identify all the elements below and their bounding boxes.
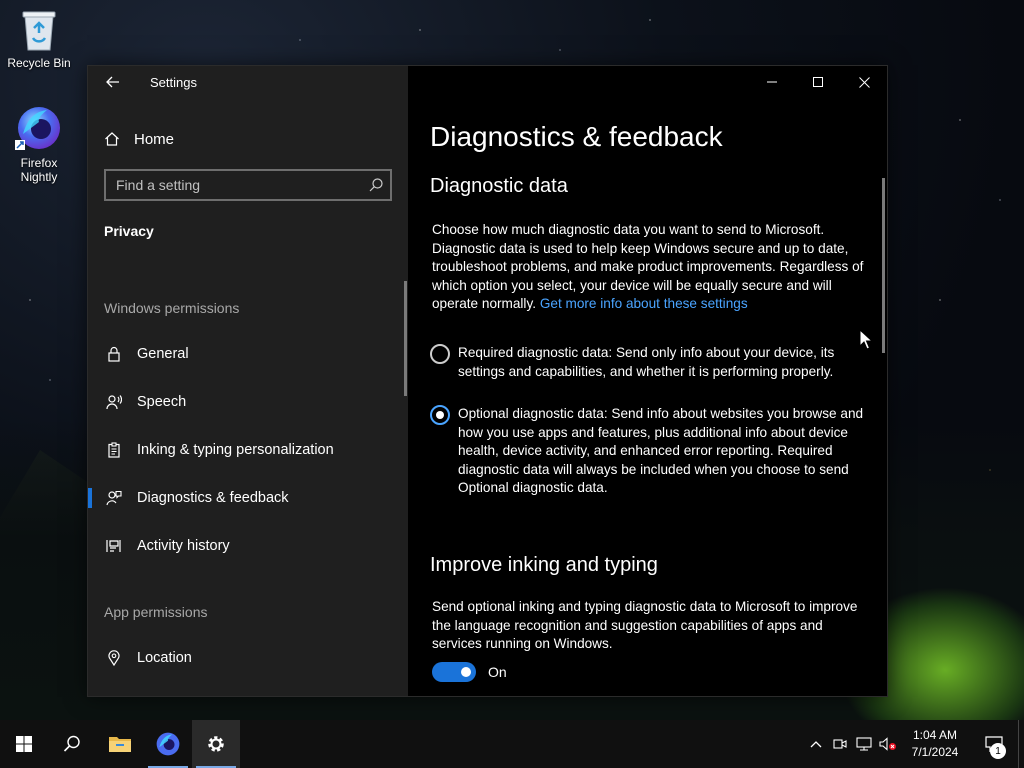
close-button[interactable]: [841, 66, 887, 98]
start-button[interactable]: [0, 720, 48, 768]
minimize-button[interactable]: [749, 66, 795, 98]
radio-label-optional: Optional diagnostic data: Send info abou…: [458, 406, 864, 496]
file-explorer-icon: [109, 737, 131, 752]
clipboard-icon: [105, 441, 123, 459]
action-center-button[interactable]: 1: [970, 720, 1018, 768]
desktop-icon-label: Firefox Nightly: [20, 156, 58, 184]
desktop-icon-firefox-nightly[interactable]: Firefox Nightly: [1, 104, 77, 184]
more-info-link[interactable]: Get more info about these settings: [540, 296, 748, 311]
diagnostic-data-heading: Diagnostic data: [430, 175, 568, 197]
radio-optional-diagnostic[interactable]: Optional diagnostic data: Send info abou…: [430, 405, 870, 498]
chevron-up-icon: [810, 741, 822, 748]
title-bar[interactable]: Settings: [88, 66, 408, 98]
search-icon: [63, 735, 80, 752]
lock-icon: [105, 345, 123, 363]
recycle-bin-icon: [22, 11, 56, 51]
notification-count-badge: 1: [990, 743, 1006, 759]
page-title: Diagnostics & feedback: [430, 121, 723, 152]
home-icon: [105, 132, 119, 146]
category-title: Privacy: [104, 223, 154, 239]
speech-icon: [105, 393, 123, 411]
radio-label-required: Required diagnostic data: Send only info…: [458, 345, 835, 379]
settings-gear-icon: [208, 736, 224, 752]
settings-window: Settings Home Privacy Windows permission…: [87, 65, 888, 697]
inking-typing-heading: Improve inking and typing: [430, 554, 658, 576]
taskbar-search-button[interactable]: [48, 720, 96, 768]
sidebar-item-location[interactable]: Location: [88, 638, 404, 678]
sidebar-item-inking-typing[interactable]: Inking & typing personalization: [88, 430, 404, 470]
network-button[interactable]: [852, 720, 876, 768]
show-desktop-button[interactable]: [1018, 720, 1024, 768]
back-button[interactable]: [98, 70, 128, 94]
windows-permissions-header: Windows permissions: [104, 300, 240, 316]
wallpaper-hill: [0, 450, 100, 720]
inking-toggle-switch[interactable]: [432, 662, 476, 682]
network-icon: [856, 737, 872, 751]
nav-home-label: Home: [134, 130, 175, 148]
sidebar-item-label: Speech: [137, 394, 187, 410]
timeline-icon: [105, 537, 123, 555]
mouse-cursor-icon: [859, 329, 873, 350]
radio-button-optional[interactable]: [430, 405, 450, 425]
taskbar: 1:04 AM 7/1/2024 1: [0, 720, 1024, 768]
inking-toggle-row: On: [432, 662, 507, 682]
desktop-icon-recycle-bin[interactable]: Recycle Bin: [1, 8, 77, 70]
diagnostic-description: Choose how much diagnostic data you want…: [432, 221, 864, 314]
taskbar-file-explorer[interactable]: [96, 720, 144, 768]
meet-now-button[interactable]: [828, 720, 852, 768]
firefox-nightly-icon: [15, 107, 60, 150]
window-controls: [749, 66, 887, 98]
firefox-nightly-icon: [156, 732, 180, 756]
search-icon[interactable]: [368, 177, 384, 193]
search-input[interactable]: [106, 171, 390, 199]
sidebar-item-label: Inking & typing personalization: [137, 442, 334, 458]
sidebar-item-activity-history[interactable]: Activity history: [88, 526, 404, 566]
sidebar-item-label: Diagnostics & feedback: [137, 490, 289, 506]
radio-required-diagnostic[interactable]: Required diagnostic data: Send only info…: [430, 344, 870, 381]
system-tray: 1:04 AM 7/1/2024 1: [804, 720, 1024, 768]
sidebar: Settings Home Privacy Windows permission…: [88, 66, 408, 696]
location-icon: [105, 649, 123, 667]
inking-toggle-label: On: [488, 664, 507, 680]
sidebar-item-label: Activity history: [137, 538, 230, 554]
content-pane: Diagnostics & feedback Diagnostic data C…: [408, 66, 887, 696]
nav-home[interactable]: Home: [104, 126, 174, 152]
app-title: Settings: [150, 75, 197, 90]
minimize-icon: [767, 81, 777, 83]
sidebar-item-speech[interactable]: Speech: [88, 382, 404, 422]
sidebar-scrollbar[interactable]: [404, 281, 407, 396]
inking-description: Send optional inking and typing diagnost…: [432, 599, 858, 652]
close-icon: [858, 76, 870, 88]
clock-time: 1:04 AM: [912, 728, 958, 742]
meet-now-icon: [833, 739, 847, 749]
clock-date: 7/1/2024: [911, 745, 959, 759]
maximize-button[interactable]: [795, 66, 841, 98]
sidebar-item-general[interactable]: General: [88, 334, 404, 374]
volume-muted-icon: [879, 737, 896, 751]
volume-button[interactable]: [876, 720, 900, 768]
taskbar-firefox-nightly[interactable]: [144, 720, 192, 768]
taskbar-clock[interactable]: 1:04 AM 7/1/2024: [900, 727, 970, 761]
sidebar-item-label: General: [137, 346, 189, 362]
desktop-icon-label: Recycle Bin: [7, 56, 71, 70]
taskbar-settings[interactable]: [192, 720, 240, 768]
search-box[interactable]: [104, 169, 392, 201]
back-arrow-icon: [106, 76, 119, 88]
maximize-icon: [813, 77, 823, 87]
feedback-icon: [105, 489, 123, 507]
app-permissions-header: App permissions: [104, 604, 208, 620]
windows-start-icon: [16, 736, 32, 752]
content-scrollbar[interactable]: [882, 178, 885, 353]
show-hidden-icons-button[interactable]: [804, 720, 828, 768]
sidebar-item-diagnostics-feedback[interactable]: Diagnostics & feedback: [88, 478, 404, 518]
radio-button-required[interactable]: [430, 344, 450, 364]
sidebar-item-label: Location: [137, 650, 192, 666]
